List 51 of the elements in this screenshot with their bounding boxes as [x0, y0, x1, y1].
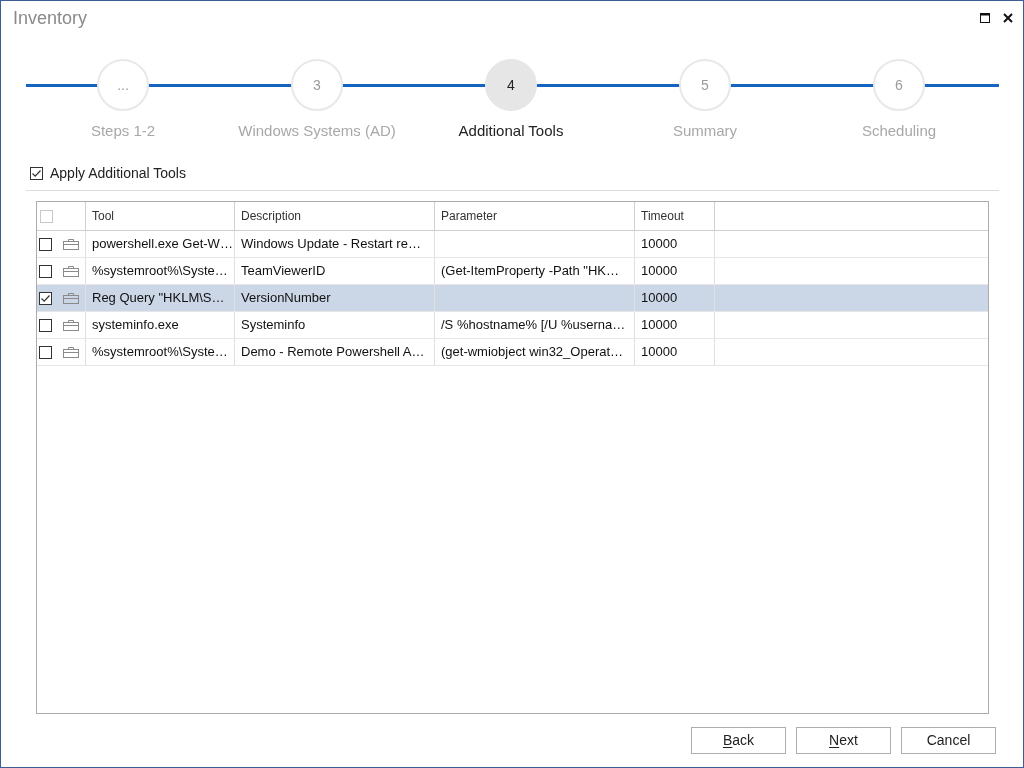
- table-cell-text: Windows Update - Restart re…: [241, 235, 421, 254]
- table-cell-text: 10000: [641, 289, 678, 308]
- toolbox-icon: [63, 292, 79, 304]
- step-label: Summary: [672, 122, 738, 140]
- column-header[interactable]: Description: [241, 207, 302, 225]
- column-header[interactable]: Tool: [92, 207, 114, 225]
- column-header[interactable]: Parameter: [441, 207, 498, 225]
- row-checkbox[interactable]: [39, 264, 52, 278]
- select-all-checkbox[interactable]: [40, 209, 53, 223]
- table-cell-text: systeminfo.exe: [92, 316, 179, 335]
- table-cell-text: Demo - Remote Powershell A…: [241, 343, 425, 362]
- table-cell-text: 10000: [641, 316, 678, 335]
- step-label: Scheduling: [861, 122, 937, 140]
- table-row[interactable]: powershell.exe Get-W… Windows Update - Restart re… 10000: [37, 231, 988, 258]
- column-header[interactable]: Timeout: [641, 207, 684, 225]
- table-row[interactable]: systeminfo.exe Systeminfo /S %hostname% [/U %userna… 10000: [37, 312, 988, 339]
- dialog-button[interactable]: Next: [796, 727, 891, 754]
- table-cell-text: (Get-ItemProperty -Path "HK…: [441, 262, 619, 281]
- table-cell-text: powershell.exe Get-W…: [92, 235, 233, 254]
- row-checkbox[interactable]: [39, 237, 52, 251]
- table-cell-text: /S %hostname% [/U %userna…: [441, 316, 626, 335]
- step-label: Steps 1-2: [90, 122, 156, 140]
- table-cell-text: (get-wmiobject win32_Operat…: [441, 343, 624, 362]
- row-checkbox[interactable]: [39, 291, 52, 305]
- table-cell-text: Reg Query "HKLM\S…: [92, 289, 225, 308]
- toolbox-icon: [63, 265, 79, 277]
- toolbox-icon: [63, 319, 79, 331]
- step-label: Additional Tools: [458, 122, 564, 140]
- dialog-button[interactable]: Cancel: [901, 727, 996, 754]
- table-cell-text: 10000: [641, 343, 678, 362]
- table-row[interactable]: %systemroot%\Syste… TeamViewerID (Get-ItemProperty -Path "HK… 10000: [37, 258, 988, 285]
- close-icon[interactable]: [1003, 13, 1013, 23]
- row-checkbox[interactable]: [39, 345, 52, 359]
- apply-tools-checkbox[interactable]: [30, 166, 43, 180]
- table-cell-text: %systemroot%\Syste…: [92, 343, 228, 362]
- toolbox-icon: [63, 346, 79, 358]
- step-label: Windows Systems (AD): [238, 122, 396, 140]
- table-cell-text: 10000: [641, 235, 678, 254]
- table-cell-text: VersionNumber: [241, 289, 331, 308]
- table-cell-text: %systemroot%\Syste…: [92, 262, 228, 281]
- table-row[interactable]: Reg Query "HKLM\S… VersionNumber 10000: [37, 285, 988, 312]
- table-row[interactable]: %systemroot%\Syste… Demo - Remote Powershell A… (get-wmiobject win32_Operat… 10000: [37, 339, 988, 366]
- table-cell-text: Systeminfo: [241, 316, 306, 335]
- apply-tools-label: Apply Additional Tools: [50, 166, 186, 180]
- toolbox-icon: [63, 238, 79, 250]
- maximize-icon[interactable]: [980, 13, 990, 23]
- window-title: Inventory: [13, 9, 88, 27]
- table-cell-text: TeamViewerID: [241, 262, 326, 281]
- table-cell-text: 10000: [641, 262, 678, 281]
- dialog-button[interactable]: Back: [691, 727, 786, 754]
- row-checkbox[interactable]: [39, 318, 52, 332]
